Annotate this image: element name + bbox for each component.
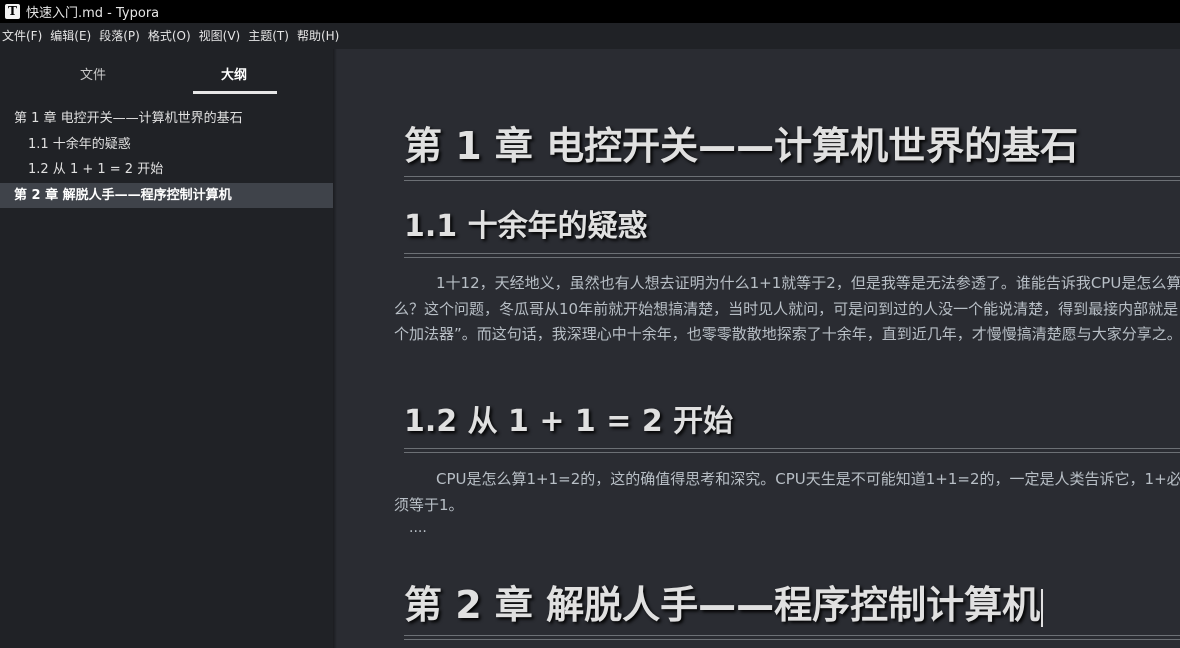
- window-titlebar: T 快速入门.md - Typora: [0, 0, 1180, 23]
- menu-file[interactable]: 文件(F): [0, 23, 48, 49]
- menu-paragraph[interactable]: 段落(P): [97, 23, 146, 49]
- heading-rule: [404, 635, 1180, 640]
- outline-item-chapter-1[interactable]: 第 1 章 电控开关——计算机世界的基石: [0, 106, 333, 132]
- window-title: 快速入门.md - Typora: [26, 6, 160, 21]
- sidebar: 文件 大纲 第 1 章 电控开关——计算机世界的基石 1.1 十余年的疑惑 1.…: [0, 49, 333, 648]
- outline-item-section-1-2[interactable]: 1.2 从 1 + 1 = 2 开始: [0, 157, 333, 183]
- menu-format[interactable]: 格式(O): [146, 23, 197, 49]
- menubar: 文件(F) 编辑(E) 段落(P) 格式(O) 视图(V) 主题(T) 帮助(H…: [0, 23, 1180, 49]
- typora-app-icon: T: [5, 4, 20, 19]
- heading-chapter-2-text: 第 2 章 解脱人手——程序控制计算机: [404, 583, 1041, 627]
- menu-edit[interactable]: 编辑(E): [48, 23, 97, 49]
- heading-section-1-2[interactable]: 1.2 从 1 + 1 = 2 开始: [404, 396, 733, 440]
- active-tab-indicator: [193, 91, 277, 94]
- text-cursor: [1041, 588, 1043, 627]
- outline-item-chapter-2[interactable]: 第 2 章 解脱人手——程序控制计算机: [0, 182, 333, 208]
- paragraph-2[interactable]: CPU是怎么算1+1=2的，这的确值得思考和深究。CPU天生是不可能知道1+1=…: [394, 467, 1180, 518]
- heading-section-1-1[interactable]: 1.1 十余年的疑惑: [404, 201, 648, 245]
- outline-list: 第 1 章 电控开关——计算机世界的基石 1.1 十余年的疑惑 1.2 从 1 …: [0, 106, 333, 208]
- outline-item-section-1-1[interactable]: 1.1 十余年的疑惑: [0, 132, 333, 158]
- heading-rule: [404, 176, 1180, 181]
- paragraph-1[interactable]: 1十12，天经地义，虽然也有人想去证明为什么1+1就等于2，但是我等是无法参透了…: [394, 271, 1180, 348]
- menu-help[interactable]: 帮助(H): [295, 23, 345, 49]
- tab-outline[interactable]: 大纲: [221, 64, 247, 83]
- ellipsis-text[interactable]: ....: [409, 520, 427, 536]
- tab-files[interactable]: 文件: [80, 64, 106, 83]
- editor-area[interactable]: 第 1 章 电控开关——计算机世界的基石 1.1 十余年的疑惑 1十12，天经地…: [337, 49, 1180, 648]
- menu-theme[interactable]: 主题(T): [246, 23, 295, 49]
- heading-rule: [404, 448, 1180, 453]
- menu-view[interactable]: 视图(V): [197, 23, 247, 49]
- heading-rule: [404, 253, 1180, 258]
- heading-chapter-2[interactable]: 第 2 章 解脱人手——程序控制计算机: [404, 574, 1043, 629]
- sidebar-tabs: 文件 大纲: [0, 49, 333, 99]
- heading-chapter-1[interactable]: 第 1 章 电控开关——计算机世界的基石: [404, 115, 1078, 170]
